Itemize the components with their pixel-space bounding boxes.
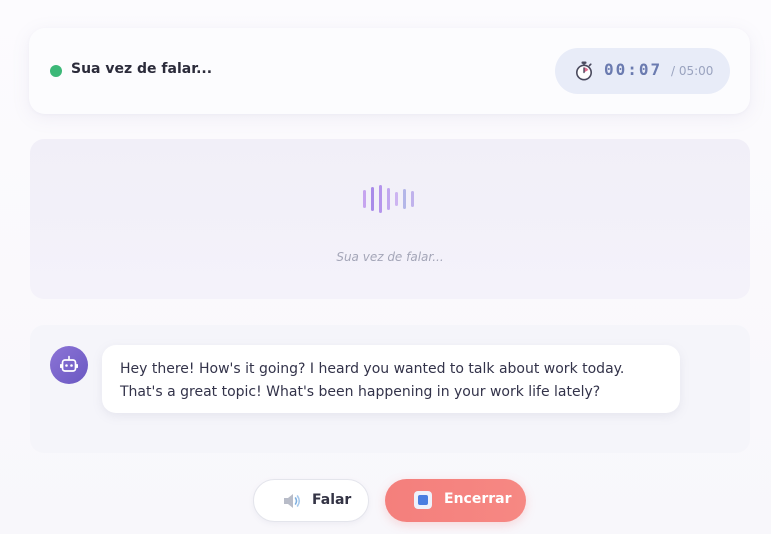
status-card: Sua vez de falar... 00:07 / 05:00 bbox=[29, 28, 750, 114]
wave-bar bbox=[395, 192, 398, 206]
robot-icon bbox=[60, 355, 78, 372]
timer-total: / 05:00 bbox=[671, 64, 714, 78]
end-session-button[interactable]: Encerrar bbox=[385, 479, 526, 522]
status-label: Sua vez de falar... bbox=[71, 61, 213, 77]
wave-bar bbox=[363, 190, 366, 208]
stopwatch-icon bbox=[576, 61, 592, 81]
speak-button[interactable]: Falar bbox=[253, 479, 369, 522]
timer-pill: 00:07 / 05:00 bbox=[555, 48, 730, 94]
bot-message-bubble: Hey there! How's it going? I heard you w… bbox=[102, 345, 680, 413]
stop-icon bbox=[414, 491, 432, 509]
visualizer-hint: Sua vez de falar... bbox=[336, 250, 444, 264]
speak-button-label: Falar bbox=[312, 492, 352, 508]
status-indicator-dot bbox=[50, 65, 62, 77]
timer-elapsed: 00:07 bbox=[604, 60, 663, 79]
wave-bar bbox=[379, 185, 382, 213]
bot-avatar bbox=[50, 346, 88, 384]
wave-bar bbox=[411, 191, 414, 207]
wave-bar bbox=[403, 189, 406, 209]
audio-wave-icon bbox=[363, 185, 419, 213]
wave-bar bbox=[387, 188, 390, 210]
chat-panel: Hey there! How's it going? I heard you w… bbox=[30, 325, 750, 453]
end-button-label: Encerrar bbox=[444, 491, 512, 507]
wave-bar bbox=[371, 187, 374, 211]
speaker-icon bbox=[284, 494, 301, 508]
voice-visualizer: Sua vez de falar... bbox=[30, 139, 750, 299]
